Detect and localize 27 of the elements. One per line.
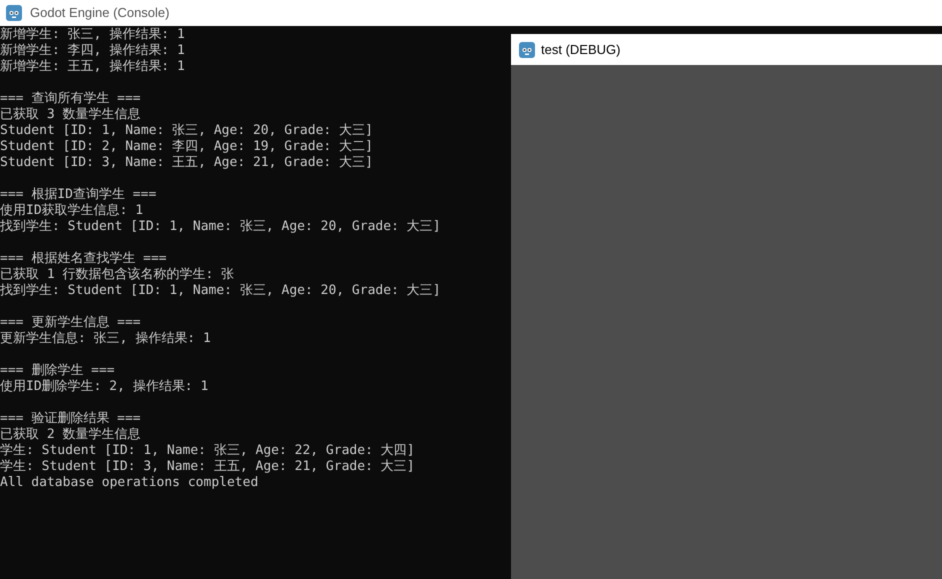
robot-logo-icon bbox=[6, 5, 22, 21]
console-line: Student [ID: 2, Name: 李四, Age: 19, Grade: 大二] bbox=[0, 139, 373, 155]
console-line: 新增学生: 王五, 操作结果: 1 bbox=[0, 59, 185, 75]
console-line: 使用ID获取学生信息: 1 bbox=[0, 203, 144, 219]
console-line: === 根据ID查询学生 === bbox=[0, 187, 156, 203]
console-line: 学生: Student [ID: 3, Name: 王五, Age: 21, Grade: 大三] bbox=[0, 459, 415, 475]
robot-logo-icon bbox=[519, 42, 535, 58]
console-line: 学生: Student [ID: 1, Name: 张三, Age: 22, Grade: 大四] bbox=[0, 443, 415, 459]
console-line: Student [ID: 3, Name: 王五, Age: 21, Grade: 大三] bbox=[0, 155, 373, 171]
console-line: All database operations completed bbox=[0, 475, 258, 491]
console-line: === 更新学生信息 === bbox=[0, 315, 141, 331]
console-line: === 根据姓名查找学生 === bbox=[0, 251, 167, 267]
console-line: 使用ID删除学生: 2, 操作结果: 1 bbox=[0, 379, 208, 395]
console-line: 更新学生信息: 张三, 操作结果: 1 bbox=[0, 331, 211, 347]
console-line: === 验证删除结果 === bbox=[0, 411, 141, 427]
window-title: Godot Engine (Console) bbox=[30, 4, 170, 22]
console-line: === 查询所有学生 === bbox=[0, 91, 141, 107]
console-line: === 删除学生 === bbox=[0, 363, 115, 379]
window-title: test (DEBUG) bbox=[541, 40, 620, 59]
console-line: 已获取 1 行数据包含该名称的学生: 张 bbox=[0, 267, 234, 283]
console-line: 找到学生: Student [ID: 1, Name: 张三, Age: 20, Grade: 大三] bbox=[0, 219, 441, 235]
console-line: 已获取 2 数量学生信息 bbox=[0, 427, 140, 443]
console-line: 已获取 3 数量学生信息 bbox=[0, 107, 140, 123]
console-line: 新增学生: 张三, 操作结果: 1 bbox=[0, 27, 185, 43]
console-line: 新增学生: 李四, 操作结果: 1 bbox=[0, 43, 185, 59]
console-line: Student [ID: 1, Name: 张三, Age: 20, Grade: 大三] bbox=[0, 123, 373, 139]
console-line: 找到学生: Student [ID: 1, Name: 张三, Age: 20, Grade: 大三] bbox=[0, 283, 441, 299]
